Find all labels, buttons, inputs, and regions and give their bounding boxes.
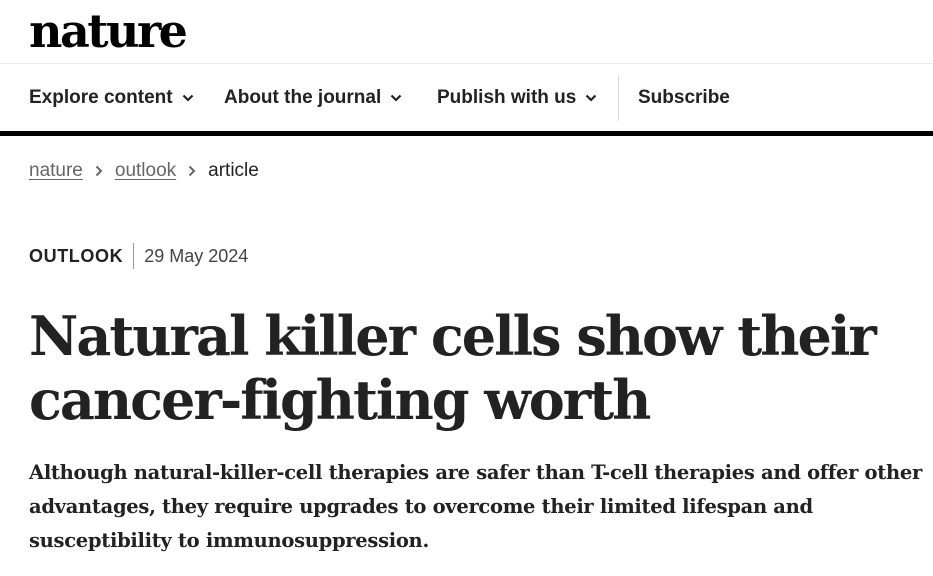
article-title: Natural killer cells show their cancer-f… bbox=[29, 304, 877, 432]
nav-item-label: About the journal bbox=[224, 87, 382, 108]
chevron-down-icon bbox=[390, 94, 402, 102]
subscribe-link[interactable]: Subscribe bbox=[638, 86, 730, 110]
nav-publish-with-us[interactable]: Publish with us bbox=[437, 86, 597, 110]
main-nav: Explore content About the journal Publis… bbox=[0, 64, 933, 136]
breadcrumb-current: article bbox=[208, 160, 259, 181]
breadcrumb-item-outlook[interactable]: outlook bbox=[115, 160, 176, 182]
breadcrumb: nature outlook article bbox=[29, 159, 259, 183]
nav-divider bbox=[618, 75, 619, 121]
site-header: nature bbox=[0, 0, 933, 64]
nav-item-label: Publish with us bbox=[437, 87, 577, 108]
chevron-down-icon bbox=[182, 94, 194, 102]
chevron-down-icon bbox=[585, 94, 597, 102]
nav-about-the-journal[interactable]: About the journal bbox=[224, 86, 402, 110]
breadcrumb-item-nature[interactable]: nature bbox=[29, 160, 83, 182]
chevron-right-icon bbox=[95, 165, 103, 177]
article-type: OUTLOOK bbox=[29, 243, 135, 269]
article-meta: OUTLOOK 29 May 2024 bbox=[29, 243, 248, 269]
chevron-right-icon bbox=[188, 165, 196, 177]
article-standfirst: Although natural-killer-cell therapies a… bbox=[29, 461, 922, 552]
nature-logo[interactable]: nature bbox=[29, 5, 188, 57]
nav-explore-content[interactable]: Explore content bbox=[29, 86, 194, 110]
article-date: 29 May 2024 bbox=[144, 245, 249, 266]
nav-item-label: Explore content bbox=[29, 87, 173, 108]
